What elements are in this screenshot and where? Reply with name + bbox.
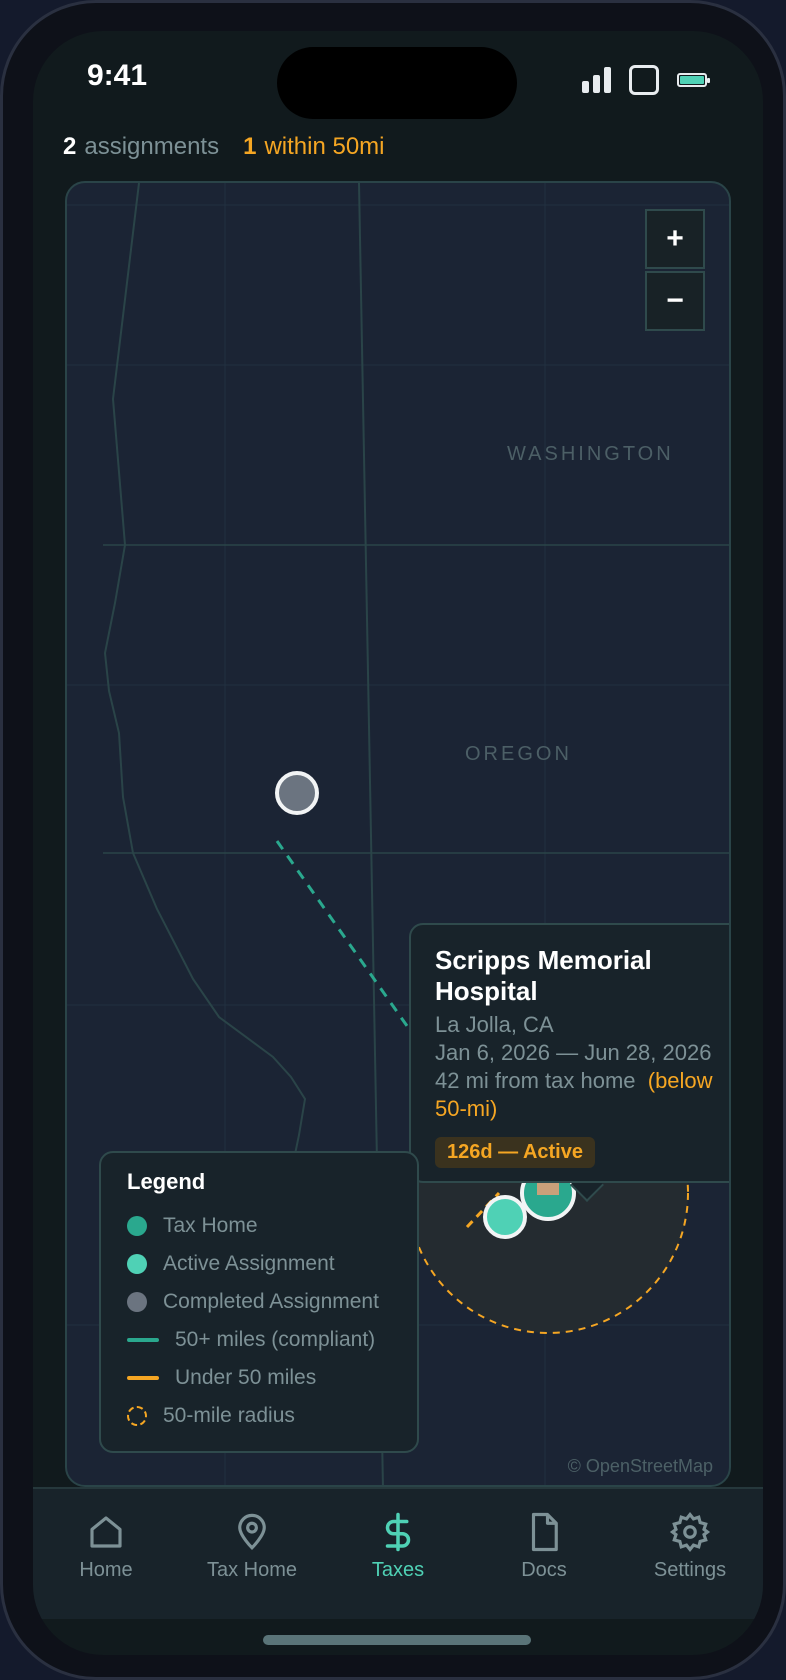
legend-item-under-50: Under 50 miles (127, 1359, 391, 1397)
compliant-line-icon (127, 1338, 159, 1342)
popup-title: Scripps Memorial Hospital (435, 945, 652, 1006)
legend-item-compliant: 50+ miles (compliant) (127, 1321, 391, 1359)
legend-item-completed: Completed Assignment (127, 1283, 391, 1321)
assignment-map[interactable]: + − WASHINGTON OREGON Scripps Memorial H… (65, 181, 731, 1487)
gear-icon (669, 1511, 711, 1553)
home-indicator[interactable] (263, 1635, 531, 1645)
hospital-icon (537, 1181, 559, 1195)
tab-tax-home[interactable]: Tax Home (179, 1489, 325, 1619)
region-label-oregon: OREGON (465, 743, 572, 765)
tab-home[interactable]: Home (33, 1489, 179, 1619)
status-badge: 126d — Active (435, 1137, 595, 1168)
tab-bar: Home Tax Home Taxes Docs Settings (33, 1487, 763, 1619)
completed-dot-icon (127, 1292, 147, 1312)
active-dot-icon (127, 1254, 147, 1274)
zoom-controls: + − (645, 209, 705, 333)
tab-taxes[interactable]: Taxes (325, 1489, 471, 1619)
house-icon (90, 1516, 122, 1548)
summary-near: 1 within 50mi (243, 133, 385, 160)
tax-home-dot-icon (127, 1216, 147, 1236)
region-label-washington: WASHINGTON (507, 443, 674, 465)
radius-ring-icon (127, 1406, 147, 1426)
device-frame: 9:41 2 assignments 1 within 50mi + − WAS… (0, 0, 786, 1680)
zoom-in-button[interactable]: + (645, 209, 705, 269)
map-legend: Legend Tax Home Active Assignment Comple… (99, 1151, 419, 1453)
zoom-out-button[interactable]: − (645, 271, 705, 331)
screen: 9:41 2 assignments 1 within 50mi + − WAS… (33, 31, 763, 1655)
document-icon (531, 1512, 558, 1552)
completed-assignment-marker[interactable] (275, 771, 319, 815)
map-attribution[interactable]: © OpenStreetMap (568, 1456, 713, 1477)
dynamic-island (277, 47, 517, 119)
assignment-popup: Scripps Memorial Hospital La Jolla, CA J… (409, 923, 729, 1183)
popup-location: La Jolla, CA (435, 1012, 554, 1037)
tab-docs[interactable]: Docs (471, 1489, 617, 1619)
legend-title: Legend (127, 1169, 206, 1194)
dollar-icon (385, 1512, 411, 1552)
assignment-summary: 2 assignments 1 within 50mi (63, 133, 385, 161)
signal-icon (582, 67, 611, 93)
popup-distance: 42 mi from tax home (below 50-mi) (435, 1068, 713, 1121)
compliant-route-line (275, 840, 421, 1044)
wifi-icon (629, 65, 659, 95)
legend-item-radius: 50-mile radius (127, 1397, 391, 1435)
legend-item-tax-home: Tax Home (127, 1207, 391, 1245)
active-assignment-marker[interactable] (483, 1195, 527, 1239)
summary-total: 2 assignments (63, 133, 220, 160)
status-time: 9:41 (87, 59, 148, 92)
popup-dates: Jan 6, 2026 — Jun 28, 2026 (435, 1040, 712, 1065)
under-50-line-icon (127, 1376, 159, 1380)
status-icons (582, 65, 710, 95)
tab-settings[interactable]: Settings (617, 1489, 763, 1619)
legend-item-active: Active Assignment (127, 1245, 391, 1283)
map-pin-icon (238, 1513, 266, 1550)
battery-icon (677, 73, 710, 87)
